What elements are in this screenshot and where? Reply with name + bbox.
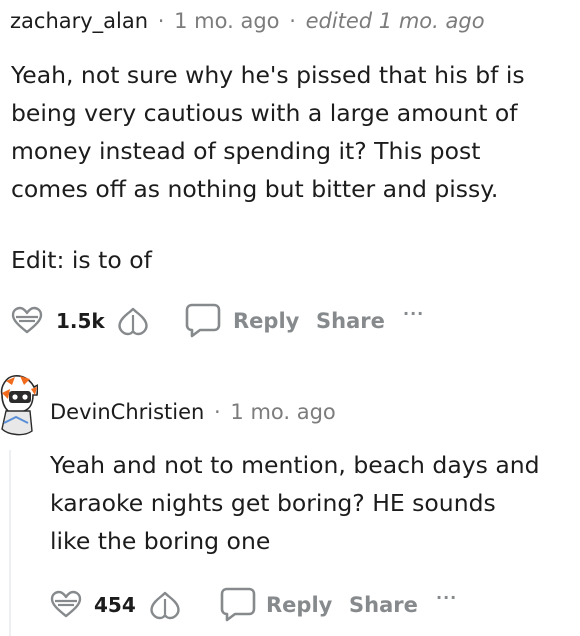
downvote-icon (118, 307, 148, 336)
meta-separator: · (157, 9, 165, 33)
username[interactable]: zachary_alan (10, 9, 148, 33)
avatar[interactable] (0, 373, 39, 439)
comment-meta: DevinChristien · 1 mo. ago (50, 400, 336, 424)
meta-separator: · (214, 400, 221, 424)
comment-bubble-icon (185, 303, 221, 338)
heart-upvote-icon (11, 306, 43, 334)
comment-body: Yeah and not to mention, beach days and … (50, 446, 575, 560)
thread-line[interactable] (9, 450, 11, 636)
share-button[interactable]: Share (349, 593, 418, 617)
timestamp[interactable]: 1 mo. ago (174, 9, 279, 33)
comment-body: Yeah, not sure why he's pissed that his … (11, 56, 571, 208)
more-options-button[interactable]: ··· (403, 304, 424, 323)
upvote-button[interactable] (49, 589, 83, 619)
comment-line: being very cautious with a large amount … (11, 99, 518, 127)
comment-line: Yeah and not to mention, beach days and (50, 451, 540, 479)
reply-label: Reply (266, 593, 333, 617)
meta-separator: · (289, 9, 296, 33)
avatar-icon (0, 375, 39, 436)
edited-label: edited 1 mo. ago (305, 9, 485, 33)
comment-line: karaoke nights get boring? HE sounds (50, 489, 496, 517)
comment-meta: zachary_alan · 1 mo. ago · edited 1 mo. … (10, 9, 485, 33)
comment-line: comes off as nothing but bitter and piss… (11, 175, 499, 203)
edit-note: Edit: is to of (11, 246, 152, 274)
comment-line: money instead of spending it? This post (11, 137, 481, 165)
more-options-button[interactable]: ··· (436, 588, 457, 607)
timestamp[interactable]: 1 mo. ago (230, 400, 335, 424)
comment-line: Yeah, not sure why he's pissed that his … (11, 61, 525, 89)
upvote-button[interactable] (10, 305, 44, 335)
downvote-button[interactable] (146, 587, 184, 621)
username[interactable]: DevinChristien (50, 400, 204, 424)
reply-label: Reply (233, 309, 300, 333)
share-button[interactable]: Share (316, 309, 385, 333)
downvote-icon (150, 591, 180, 620)
heart-upvote-icon (50, 590, 82, 618)
vote-score: 454 (94, 593, 136, 617)
comment-line: like the boring one (50, 527, 271, 555)
reply-button[interactable]: Reply (219, 586, 339, 622)
comment-bubble-icon (220, 587, 256, 622)
downvote-button[interactable] (114, 303, 152, 337)
reply-button[interactable]: Reply (184, 302, 304, 338)
vote-score: 1.5k (56, 309, 105, 333)
